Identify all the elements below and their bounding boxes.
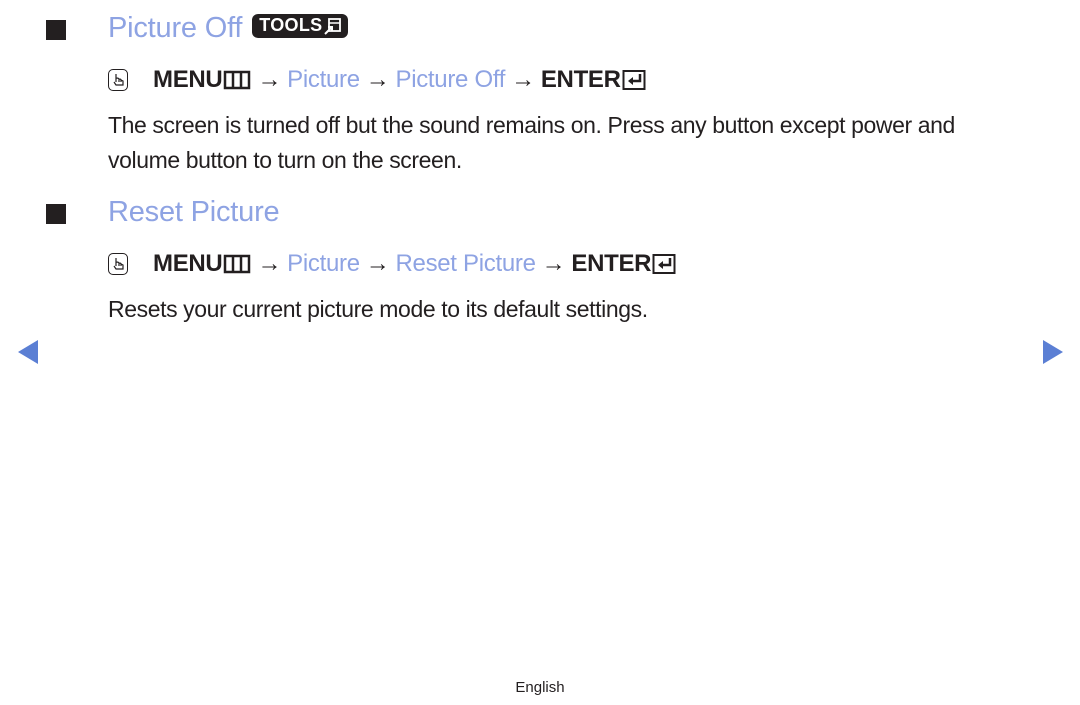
enter-icon bbox=[652, 254, 676, 274]
section-title: Picture Off bbox=[108, 12, 243, 44]
arrow-icon: → bbox=[511, 66, 535, 93]
arrow-icon: → bbox=[541, 250, 566, 277]
menu-label: MENU bbox=[153, 66, 223, 93]
enter-label: ENTER bbox=[540, 66, 621, 93]
menu-grid-icon bbox=[224, 254, 251, 274]
path-item-picture-off[interactable]: Picture Off bbox=[395, 66, 505, 94]
hand-pointer-icon bbox=[108, 253, 128, 275]
path-item-picture[interactable]: Picture bbox=[287, 66, 360, 94]
bullet-square-icon bbox=[46, 204, 66, 224]
menu-path-picture-off: MENU → Picture → Picture Off → ENTER bbox=[108, 66, 646, 94]
bullet-square-icon bbox=[46, 20, 66, 40]
path-item-reset-picture[interactable]: Reset Picture bbox=[395, 250, 535, 278]
tools-label: TOOLS bbox=[259, 15, 323, 36]
section-heading-reset-picture: Reset Picture bbox=[108, 196, 280, 229]
hand-pointer-icon bbox=[108, 69, 128, 91]
section-description: The screen is turned off but the sound r… bbox=[108, 112, 955, 173]
enter-label: ENTER bbox=[571, 250, 652, 277]
arrow-icon: → bbox=[365, 66, 390, 93]
enter-icon bbox=[622, 70, 646, 90]
triangle-left-icon[interactable] bbox=[18, 340, 38, 364]
menu-grid-icon bbox=[224, 70, 251, 90]
section-heading-picture-off: Picture Off TOOLS bbox=[108, 12, 349, 45]
menu-label: MENU bbox=[153, 250, 223, 277]
path-item-picture[interactable]: Picture bbox=[287, 250, 360, 278]
arrow-icon: → bbox=[257, 66, 282, 93]
footer-language: English bbox=[515, 679, 565, 696]
arrow-icon: → bbox=[257, 250, 282, 277]
section-description: Resets your current picture mode to its … bbox=[108, 296, 648, 322]
section-title: Reset Picture bbox=[108, 196, 280, 228]
arrow-icon: → bbox=[365, 250, 390, 277]
tools-icon bbox=[324, 17, 342, 35]
triangle-right-icon[interactable] bbox=[1043, 340, 1063, 364]
menu-path-reset-picture: MENU → Picture → Reset Picture → ENTER bbox=[108, 250, 676, 278]
tools-badge: TOOLS bbox=[252, 14, 349, 39]
